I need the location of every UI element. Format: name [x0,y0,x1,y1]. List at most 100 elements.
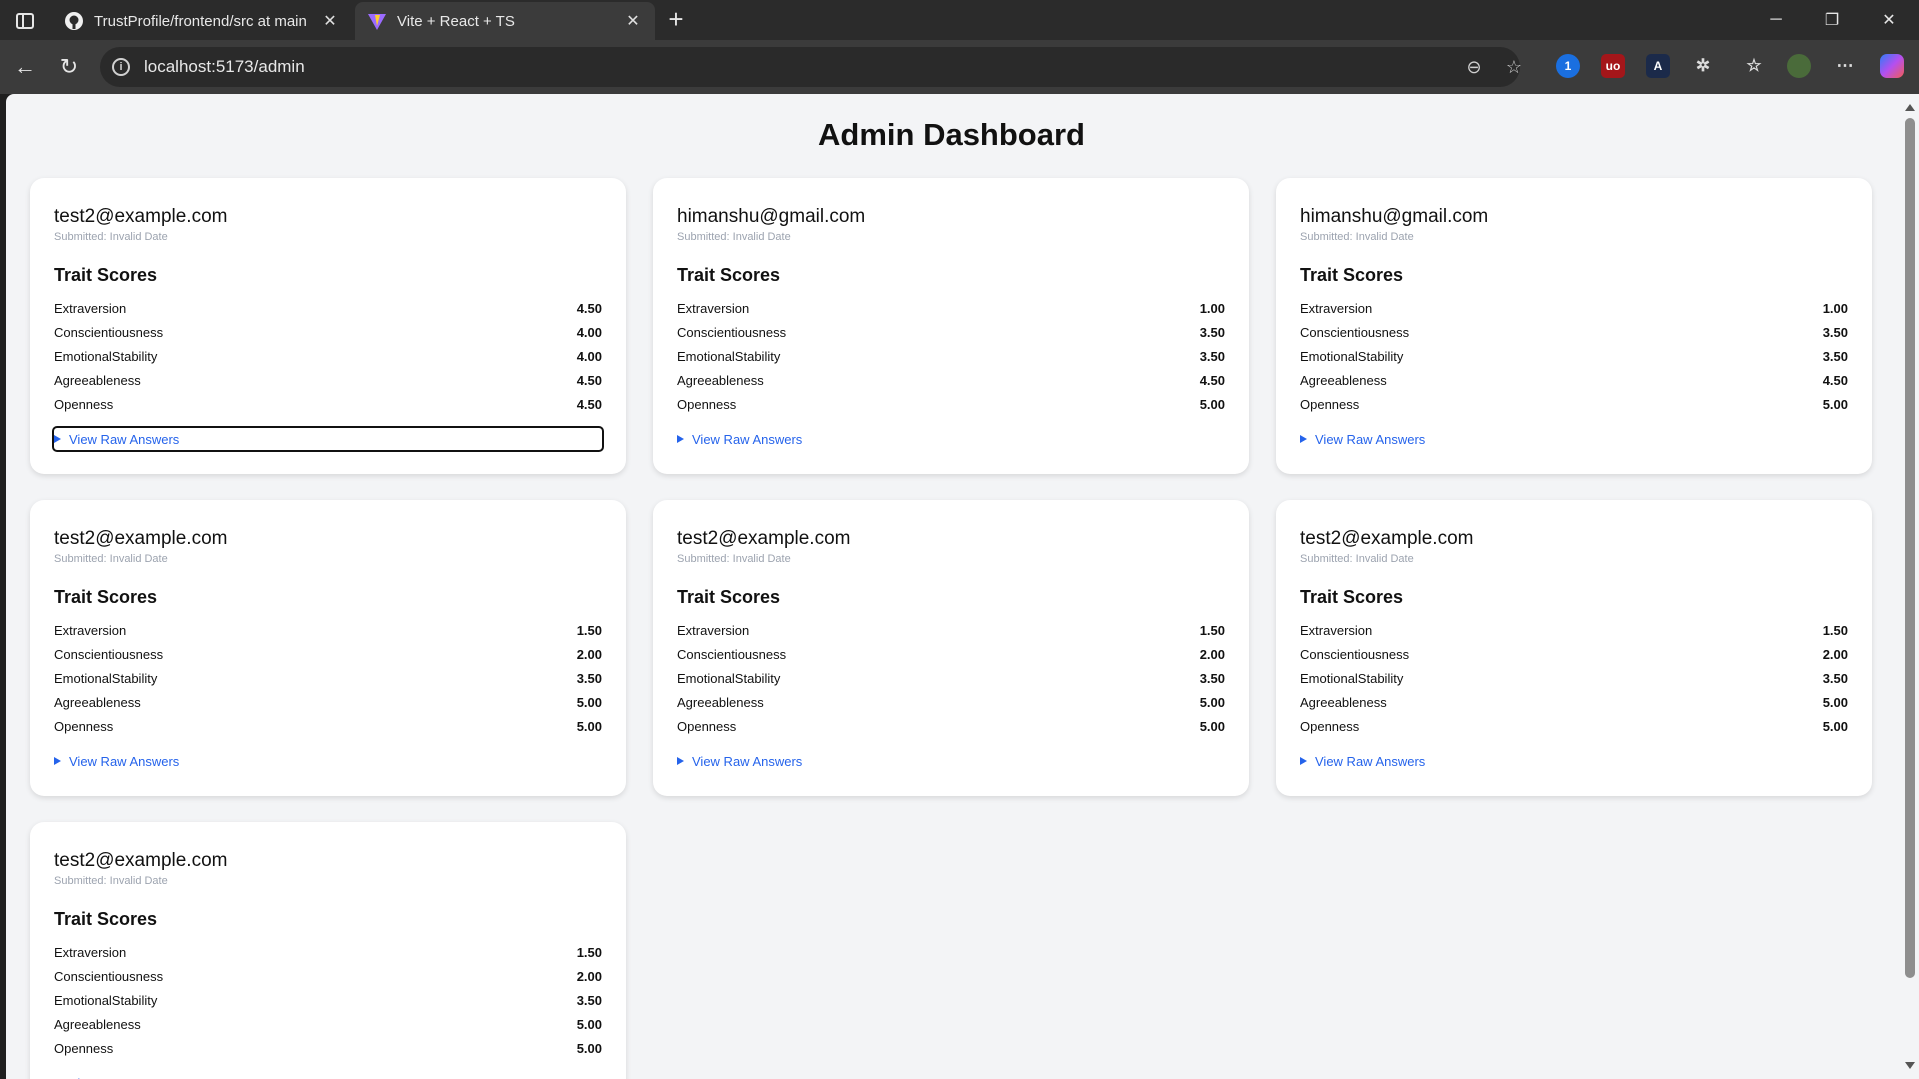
extension-icon[interactable]: A [1646,54,1670,78]
trait-score: 1.00 [1822,301,1848,316]
trait-scores-heading: Trait Scores [677,265,781,285]
tab-vite[interactable]: Vite + React + TS ✕ [355,2,655,40]
user-email: test2@example.com [677,528,851,549]
view-raw-answers-toggle[interactable]: View Raw Answers [52,426,604,452]
trait-score: 4.50 [1199,373,1225,388]
disclosure-triangle-icon [677,757,684,765]
trait-score: 2.00 [576,969,602,984]
trait-row: Extraversion 1.50 [677,619,1225,643]
trait-name: Openness [677,397,737,412]
trait-score: 3.50 [576,671,602,686]
scrollbar[interactable] [1901,94,1919,1079]
tab-github[interactable]: TrustProfile/frontend/src at main ✕ [52,2,352,40]
trait-name: Agreeableness [54,1017,141,1032]
zoom-icon[interactable]: ⊖ [1462,55,1486,79]
view-raw-answers-label[interactable]: View Raw Answers [1315,754,1425,769]
trait-score: 5.00 [1822,397,1848,412]
trait-row: Conscientiousness 2.00 [1300,643,1848,667]
submitted-date: Submitted: Invalid Date [677,553,791,565]
restore-icon[interactable]: ❐ [1805,0,1859,40]
trait-name: Extraversion [1300,301,1373,316]
site-info-icon[interactable]: i [112,58,130,76]
trait-score: 3.50 [1199,671,1225,686]
trait-score: 3.50 [1199,349,1225,364]
trait-name: Conscientiousness [54,969,164,984]
trait-name: Extraversion [54,623,127,638]
password-manager-icon[interactable]: 1 [1556,54,1580,78]
back-icon[interactable]: ← [10,52,40,82]
view-raw-answers-toggle[interactable]: View Raw Answers [1300,750,1848,772]
trait-name: Conscientiousness [1300,647,1410,662]
close-tab-icon[interactable]: ✕ [623,11,643,31]
view-raw-answers-toggle[interactable]: View Raw Answers [677,428,1225,450]
view-raw-answers-label[interactable]: View Raw Answers [692,432,802,447]
favorites-icon[interactable]: ☆ [1742,54,1766,78]
trait-score: 5.00 [576,719,602,734]
tab-strip: TrustProfile/frontend/src at main ✕ Vite… [0,0,1919,40]
view-raw-answers-label[interactable]: View Raw Answers [692,754,802,769]
view-raw-answers-toggle[interactable]: View Raw Answers [54,1072,602,1079]
reload-icon[interactable]: ↻ [54,52,84,82]
trait-score: 2.00 [576,647,602,662]
sidebar-toggle-icon[interactable] [10,6,40,36]
favorite-star-icon[interactable]: ☆ [1502,55,1526,79]
view-raw-answers-label[interactable]: View Raw Answers [69,1076,179,1079]
trait-row: EmotionalStability 3.50 [1300,667,1848,691]
vite-icon [368,14,386,30]
trait-score: 4.00 [576,325,602,340]
trait-name: EmotionalStability [54,349,158,364]
user-email: himanshu@gmail.com [1300,206,1489,227]
trait-score: 1.50 [576,623,602,638]
close-tab-icon[interactable]: ✕ [320,11,340,31]
address-bar[interactable]: i localhost:5173/admin ⊖ ☆ [100,47,1522,87]
trait-name: Openness [54,1041,114,1056]
ublock-icon[interactable]: uo [1601,54,1625,78]
trait-name: Agreeableness [677,373,764,388]
trait-row: Extraversion 1.50 [54,619,602,643]
view-raw-answers-label[interactable]: View Raw Answers [1315,432,1425,447]
trait-list: Extraversion 1.50 Conscientiousness 2.00… [1300,619,1848,739]
scroll-down-icon[interactable] [1905,1062,1915,1069]
new-tab-icon[interactable]: + [662,6,690,34]
trait-score: 3.50 [1199,325,1225,340]
trait-score: 1.50 [1822,623,1848,638]
trait-row: Agreeableness 5.00 [54,1013,602,1037]
trait-row: Conscientiousness 3.50 [1300,321,1848,345]
trait-name: Openness [54,719,114,734]
submitted-date: Submitted: Invalid Date [1300,231,1414,243]
view-raw-answers-toggle[interactable]: View Raw Answers [54,750,602,772]
trait-name: EmotionalStability [1300,671,1404,686]
extensions-puzzle-icon[interactable]: ✲ [1691,54,1715,78]
more-menu-icon[interactable]: ⋯ [1833,54,1857,78]
trait-score: 3.50 [1822,349,1848,364]
submitted-date: Submitted: Invalid Date [54,231,168,243]
view-raw-answers-toggle[interactable]: View Raw Answers [677,750,1225,772]
scrollbar-thumb[interactable] [1905,118,1915,978]
trait-scores-heading: Trait Scores [1300,587,1404,607]
trait-list: Extraversion 1.50 Conscientiousness 2.00… [54,619,602,739]
scroll-up-icon[interactable] [1905,104,1915,111]
trait-name: Extraversion [54,301,127,316]
avatar[interactable] [1787,54,1811,78]
minimize-icon[interactable]: ─ [1749,0,1803,40]
trait-score: 5.00 [1822,695,1848,710]
submission-card: himanshu@gmail.com Submitted: Invalid Dat… [653,178,1249,474]
user-email: test2@example.com [54,528,228,549]
submission-card: test2@example.com Submitted: Invalid Date… [30,500,626,796]
copilot-icon[interactable] [1880,54,1904,78]
trait-score: 4.00 [576,349,602,364]
view-raw-answers-label[interactable]: View Raw Answers [69,754,179,769]
submission-card: test2@example.com Submitted: Invalid Date… [30,178,626,474]
url-text[interactable]: localhost:5173/admin [144,57,305,77]
trait-name: Conscientiousness [1300,325,1410,340]
close-window-icon[interactable]: ✕ [1862,0,1916,40]
page-title: Admin Dashboard [818,117,1085,152]
submission-card: test2@example.com Submitted: Invalid Date… [30,822,626,1079]
trait-name: Agreeableness [677,695,764,710]
trait-name: EmotionalStability [54,993,158,1008]
view-raw-answers-toggle[interactable]: View Raw Answers [1300,428,1848,450]
submitted-date: Submitted: Invalid Date [1300,553,1414,565]
view-raw-answers-label[interactable]: View Raw Answers [69,432,179,447]
submission-card: himanshu@gmail.com Submitted: Invalid Dat… [1276,178,1872,474]
trait-score: 5.00 [1199,397,1225,412]
